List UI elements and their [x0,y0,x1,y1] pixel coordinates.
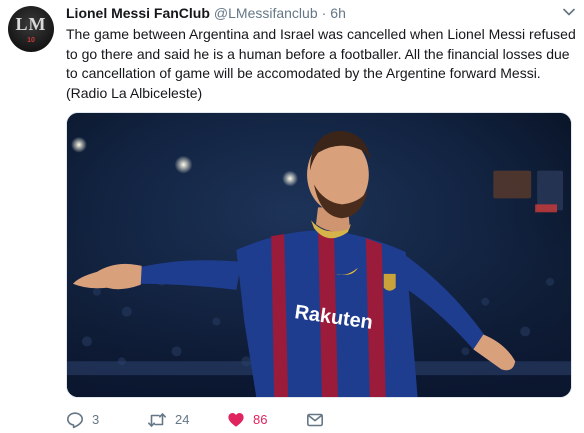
avatar-monogram: LM [16,14,47,34]
envelope-icon [306,413,323,427]
heart-icon [228,413,244,427]
reply-button[interactable]: 3 [66,410,99,430]
avatar-logo: LM 10 [16,14,47,44]
author-name[interactable]: Lionel Messi FanClub [66,5,210,21]
tweet-text-line-4: (Radio La Albiceleste) [66,84,203,101]
like-button[interactable]: 86 [227,410,267,430]
author-handle[interactable]: @LMessifanclub [214,5,318,21]
tweet-header: Lionel Messi FanClub @LMessifanclub · 6h [66,4,346,22]
direct-message-button[interactable] [306,410,324,430]
retweet-button[interactable]: 24 [147,410,189,430]
avatar-number: 10 [27,37,35,44]
retweet-count: 24 [175,412,190,427]
tweet-actions: 3 24 86 [66,410,366,430]
retweet-icon [148,413,166,427]
tweet-text-line-3: to cancellation of game will be accomoda… [66,65,541,81]
header-separator: · [321,5,327,21]
more-options-chevron-down-icon[interactable] [562,7,576,17]
reply-count: 3 [92,412,100,427]
photo-messi-celebrating: Rakuten [67,113,571,397]
like-count: 86 [253,412,268,427]
tweet-text-line-2: to go there and said he is a human befor… [66,45,570,62]
reply-icon [67,412,83,429]
tweet-timestamp[interactable]: 6h [330,5,346,21]
tweet-text-line-1: The game between Argentina and Israel wa… [66,26,576,42]
author-avatar[interactable]: LM 10 [8,6,54,52]
tweet-text: The game between Argentina and Israel wa… [66,25,576,103]
tweet-photo[interactable]: Rakuten [66,112,572,398]
tweet-card[interactable]: LM 10 Lionel Messi FanClub @LMessifanclub… [0,0,584,433]
